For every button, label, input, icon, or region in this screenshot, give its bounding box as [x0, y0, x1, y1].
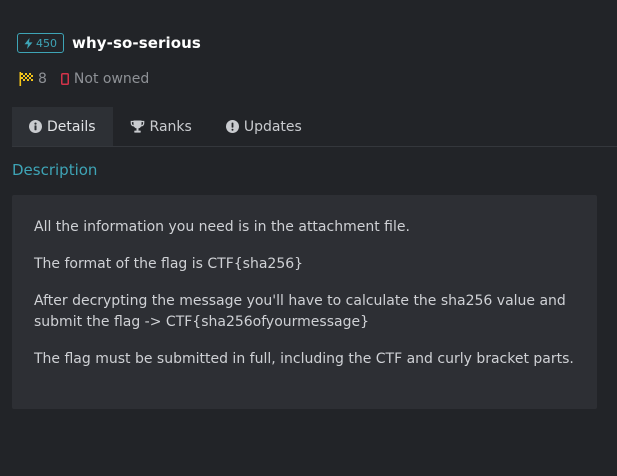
info-circle-icon [29, 120, 42, 133]
tab-ranks[interactable]: Ranks [113, 107, 209, 146]
owned-status: Not owned [60, 71, 150, 87]
owned-status-label: Not owned [73, 71, 150, 87]
description-paragraph: The flag must be submitted in full, incl… [34, 351, 574, 367]
challenge-title: why-so-serious [72, 34, 201, 52]
solves-value: 8 [38, 71, 47, 87]
challenge-page: 450 why-so-serious 8 Not owned Details R… [0, 0, 617, 476]
trophy-icon [130, 120, 144, 133]
tab-details-label: Details [47, 118, 96, 135]
tab-updates-label: Updates [243, 118, 302, 135]
checkered-flag-icon [19, 72, 33, 86]
description-card: All the information you need is in the a… [12, 195, 597, 409]
lightning-icon [24, 37, 33, 49]
points-badge: 450 [17, 33, 64, 53]
description-paragraph: All the information you need is in the a… [34, 219, 410, 235]
description-paragraph: After decrypting the message you'll have… [34, 293, 566, 330]
points-value: 450 [36, 36, 57, 50]
challenge-header: 450 why-so-serious [17, 33, 201, 53]
tab-ranks-label: Ranks [149, 118, 192, 135]
challenge-tabs: Details Ranks Updates [12, 107, 617, 147]
description-paragraph: The format of the flag is CTF{sha256} [34, 256, 304, 272]
not-owned-icon [60, 73, 69, 85]
solves-count: 8 [19, 71, 47, 87]
tab-updates[interactable]: Updates [209, 107, 319, 146]
description-heading: Description [12, 161, 98, 179]
challenge-meta: 8 Not owned [19, 71, 149, 87]
exclamation-circle-icon [225, 120, 239, 133]
tab-details[interactable]: Details [12, 107, 113, 146]
